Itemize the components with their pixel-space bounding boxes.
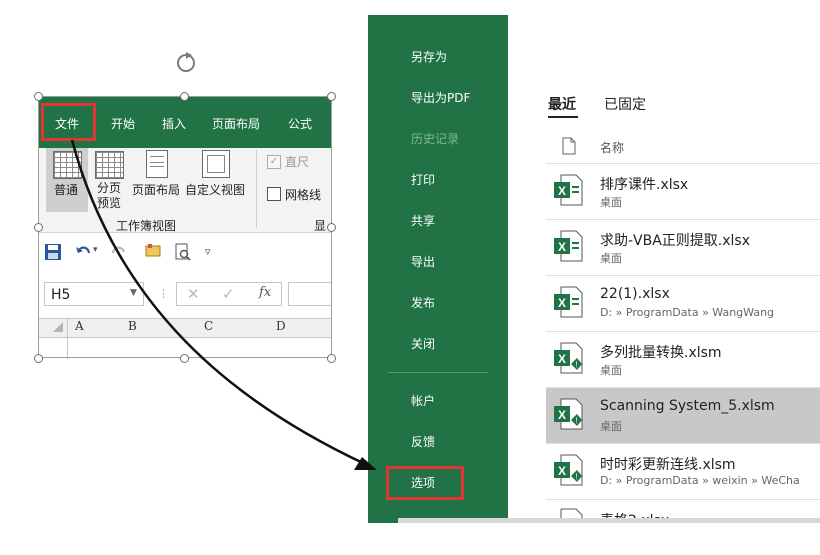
excel-file-icon: X bbox=[554, 286, 583, 318]
gridlines-label: 网格线 bbox=[285, 188, 322, 202]
tab-recent[interactable]: 最近 bbox=[548, 94, 576, 114]
ruler-label: 直尺 bbox=[285, 155, 310, 169]
nav-account[interactable]: 帐户 bbox=[411, 392, 435, 409]
active-tab-underline bbox=[548, 116, 578, 118]
document-icon bbox=[562, 137, 576, 155]
recent-file-row[interactable] bbox=[546, 276, 820, 332]
enter-icon[interactable]: ✓ bbox=[222, 285, 235, 303]
normal-view-icon bbox=[53, 151, 82, 179]
excel-file-icon: X bbox=[554, 174, 583, 206]
name-box[interactable]: H5 bbox=[44, 282, 144, 306]
redo-icon[interactable] bbox=[110, 243, 128, 261]
file-tab-highlight bbox=[41, 103, 96, 141]
nav-history: 历史记录 bbox=[411, 132, 460, 146]
name-box-value: H5 bbox=[51, 287, 71, 303]
custom-views-icon[interactable] bbox=[202, 150, 230, 178]
svg-text:X: X bbox=[558, 184, 566, 198]
resize-handle-e[interactable] bbox=[327, 223, 336, 232]
nav-export[interactable]: 导出 bbox=[411, 253, 435, 270]
file-name: Scanning System_5.xlsm bbox=[600, 398, 775, 414]
file-name: 求助-VBA正则提取.xlsx bbox=[600, 233, 751, 249]
svg-text:X: X bbox=[558, 296, 566, 310]
resize-handle-sw[interactable] bbox=[34, 354, 43, 363]
print-preview-icon[interactable] bbox=[174, 243, 192, 261]
file-path: 桌面 bbox=[600, 420, 622, 433]
svg-text:!: ! bbox=[575, 417, 577, 426]
custom-views-label[interactable]: 自定义视图 bbox=[185, 181, 245, 198]
tab-home[interactable]: 开始 bbox=[111, 113, 135, 135]
nav-save-as[interactable]: 另存为 bbox=[411, 48, 447, 65]
excel-macro-file-icon: X! bbox=[554, 342, 583, 374]
workbook-views-group-label: 工作簿视图 bbox=[116, 219, 177, 233]
backstage-header-border bbox=[508, 15, 820, 45]
file-path: 桌面 bbox=[600, 252, 622, 265]
options-highlight bbox=[386, 466, 464, 500]
nav-feedback[interactable]: 反馈 bbox=[411, 433, 435, 450]
window-bottom-edge bbox=[398, 518, 820, 523]
undo-icon[interactable] bbox=[74, 243, 92, 261]
svg-text:!: ! bbox=[575, 361, 577, 370]
column-a-header[interactable]: A bbox=[75, 319, 84, 333]
svg-text:X: X bbox=[558, 240, 566, 254]
save-icon[interactable] bbox=[44, 243, 62, 261]
excel-macro-file-icon: X! bbox=[554, 454, 583, 486]
format-painter-icon[interactable] bbox=[144, 242, 162, 260]
file-name: 多列批量转换.xlsm bbox=[600, 345, 722, 361]
excel-macro-file-icon: X! bbox=[554, 398, 583, 430]
nav-close[interactable]: 关闭 bbox=[411, 335, 435, 352]
undo-dropdown-icon[interactable]: ▾ bbox=[93, 245, 98, 255]
column-divider bbox=[67, 319, 68, 359]
excel-file-icon: X bbox=[554, 230, 583, 262]
formula-input[interactable] bbox=[288, 282, 332, 306]
group-divider bbox=[256, 150, 257, 228]
show-group-label: 显 bbox=[314, 219, 327, 233]
resize-handle-nw[interactable] bbox=[34, 92, 43, 101]
file-name: 时时彩更新连线.xlsm bbox=[600, 457, 736, 473]
column-b-header[interactable]: B bbox=[128, 319, 137, 333]
insert-function-icon[interactable]: fx bbox=[259, 285, 271, 300]
ruler-checkbox[interactable]: ✓ bbox=[267, 155, 281, 169]
resize-handle-s[interactable] bbox=[180, 354, 189, 363]
gridlines-checkbox[interactable] bbox=[267, 187, 281, 201]
page-break-preview-icon[interactable] bbox=[95, 151, 124, 179]
column-d-header[interactable]: D bbox=[276, 319, 286, 333]
recent-file-row-selected[interactable] bbox=[546, 388, 820, 444]
file-path: 桌面 bbox=[600, 364, 622, 377]
nav-export-pdf[interactable]: 导出为PDF bbox=[411, 89, 470, 106]
svg-text:X: X bbox=[558, 352, 566, 366]
name-column-header[interactable]: 名称 bbox=[600, 139, 624, 156]
resize-handle-se[interactable] bbox=[327, 354, 336, 363]
tab-insert[interactable]: 插入 bbox=[162, 113, 186, 135]
svg-text:!: ! bbox=[575, 473, 577, 482]
nav-print[interactable]: 打印 bbox=[411, 171, 435, 188]
column-c-header[interactable]: C bbox=[204, 319, 213, 333]
tab-formulas[interactable]: 公式 bbox=[288, 113, 312, 135]
nav-share[interactable]: 共享 bbox=[411, 212, 435, 229]
file-path: 桌面 bbox=[600, 196, 622, 209]
file-name: 排序课件.xlsx bbox=[600, 177, 689, 193]
formula-bar-grip-icon: ⋮ bbox=[158, 287, 169, 300]
file-name: 22(1).xlsx bbox=[600, 286, 670, 302]
resize-handle-n[interactable] bbox=[180, 92, 189, 101]
file-path: D: » ProgramData » WangWang bbox=[600, 306, 775, 319]
svg-text:X: X bbox=[558, 408, 566, 422]
name-box-dropdown-icon[interactable]: ▼ bbox=[130, 288, 137, 298]
customize-qat-icon[interactable]: ▿ bbox=[205, 245, 211, 258]
select-all-icon[interactable] bbox=[52, 321, 64, 333]
resize-handle-ne[interactable] bbox=[327, 92, 336, 101]
page-layout-view-icon[interactable] bbox=[146, 150, 168, 178]
page-break-preview-label[interactable]: 分页预览 bbox=[97, 181, 123, 211]
svg-text:X: X bbox=[558, 464, 566, 478]
file-path: D: » ProgramData » weixin » WeCha bbox=[600, 474, 800, 487]
normal-view-label: 普通 bbox=[54, 183, 79, 197]
resize-handle-w[interactable] bbox=[34, 223, 43, 232]
tab-pinned[interactable]: 已固定 bbox=[604, 94, 646, 114]
tab-page-layout[interactable]: 页面布局 bbox=[212, 113, 260, 135]
rotate-handle-icon[interactable] bbox=[173, 50, 199, 76]
nav-publish[interactable]: 发布 bbox=[411, 294, 435, 311]
nav-divider bbox=[388, 372, 488, 373]
cancel-icon[interactable]: ✕ bbox=[187, 285, 200, 303]
page-layout-view-label[interactable]: 页面布局 bbox=[132, 181, 180, 198]
